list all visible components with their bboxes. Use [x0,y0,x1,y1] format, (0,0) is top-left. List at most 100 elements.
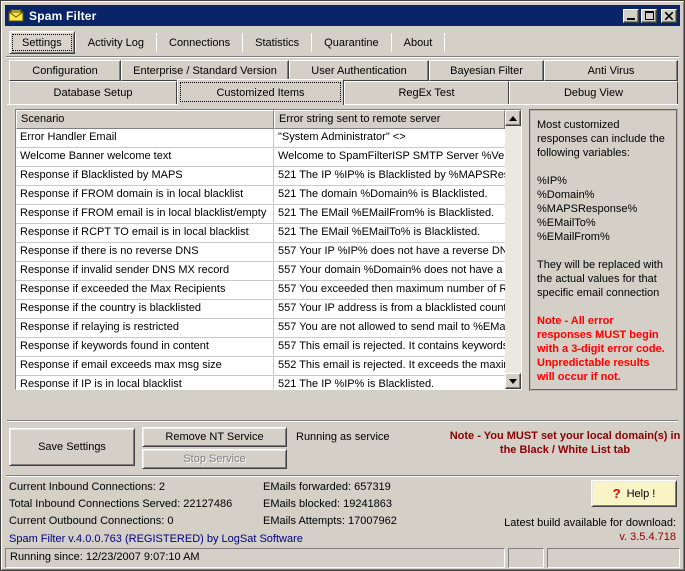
divider [6,56,679,58]
variables-info-panel: Most customized responses can include th… [529,109,678,391]
stat-line: EMails forwarded: 657319 [263,481,391,493]
service-status-text: Running as service [296,431,390,443]
variable-item: %EMailFrom% [537,230,670,244]
variable-item: %Domain% [537,188,670,202]
status-bar: Running since: 12/23/2007 9:07:10 AM [5,548,680,568]
scenario-cell: Response if RCPT TO email is in local bl… [16,224,274,242]
close-icon [665,12,673,20]
response-cell: 521 The IP %IP% is Blacklisted. [274,376,505,390]
table-row[interactable]: Error Handler Email"System Administrator… [16,129,505,148]
tab-about[interactable]: About [392,31,445,54]
response-cell: "System Administrator" <> [274,129,505,147]
tab-user-authentication[interactable]: User Authentication [289,60,429,81]
save-settings-button[interactable]: Save Settings [9,428,135,466]
table-row[interactable]: Response if relaying is restricted557 Yo… [16,319,505,338]
table-row[interactable]: Response if keywords found in content557… [16,338,505,357]
maximize-button[interactable] [641,9,657,23]
minimize-button[interactable] [623,9,639,23]
response-cell: 552 This email is rejected. It exceeds t… [274,357,505,375]
minimize-icon [627,18,635,20]
stat-line: EMails Attempts: 17007962 [263,515,397,527]
scenario-cell: Response if there is no reverse DNS [16,243,274,261]
variables-list: %IP%%Domain%%MAPSResponse%%EMailTo%%EMai… [537,174,670,244]
scenario-cell: Welcome Banner welcome text [16,148,274,166]
response-cell: 557 You are not allowed to send mail to … [274,319,505,337]
vertical-scrollbar[interactable] [505,110,521,389]
app-version-link[interactable]: Spam Filter v.4.0.0.763 (REGISTERED) by … [9,533,303,545]
table-row[interactable]: Response if email exceeds max msg size55… [16,357,505,376]
latest-build-label: Latest build available for download: [504,517,676,529]
response-cell: 557 Your IP %IP% does not have a reverse… [274,243,505,261]
scenario-cell: Response if invalid sender DNS MX record [16,262,274,280]
scenario-cell: Response if relaying is restricted [16,319,274,337]
response-cell: 557 This email is rejected. It contains … [274,338,505,356]
stat-line: EMails blocked: 19241863 [263,498,392,510]
remove-nt-service-button[interactable]: Remove NT Service [142,427,287,447]
table-row[interactable]: Response if IP is in local blacklist521 … [16,376,505,390]
scenario-cell: Error Handler Email [16,129,274,147]
table-body: Error Handler Email"System Administrator… [16,129,505,390]
tab-anti-virus[interactable]: Anti Virus [544,60,678,81]
tab-separator [444,33,445,52]
stop-service-button[interactable]: Stop Service [142,449,287,469]
scroll-down-button[interactable] [505,373,521,389]
variable-item: %EMailTo% [537,216,670,230]
domain-note-text: Note - You MUST set your local domain(s)… [447,429,683,457]
scroll-up-button[interactable] [505,110,521,126]
tab-regex-test[interactable]: RegEx Test [344,81,509,104]
tab-configuration[interactable]: Configuration [9,60,121,81]
tab-settings[interactable]: Settings [9,31,75,54]
settings-tab-bar-bottom: Database SetupCustomized ItemsRegEx Test… [9,81,678,105]
help-question-icon: ? [613,486,621,501]
column-header-error-string[interactable]: Error string sent to remote server [274,110,505,129]
scenario-cell: Response if FROM domain is in local blac… [16,186,274,204]
tab-bayesian-filter[interactable]: Bayesian Filter [429,60,544,81]
tab-debug-view[interactable]: Debug View [509,81,678,104]
response-cell: 521 The EMail %EMailFrom% is Blacklisted… [274,205,505,223]
close-button[interactable] [661,9,677,23]
stat-line: Total Inbound Connections Served: 221274… [9,498,232,510]
table-row[interactable]: Response if FROM domain is in local blac… [16,186,505,205]
app-envelope-icon [8,9,24,23]
table-row[interactable]: Response if Blacklisted by MAPS521 The I… [16,167,505,186]
response-cell: 521 The IP %IP% is Blacklisted by %MAPSR… [274,167,505,185]
response-cell: 557 Your IP address is from a blackliste… [274,300,505,318]
tab-sheet-bottom-edge [7,420,678,422]
response-cell: 557 Your domain %Domain% does not have a… [274,262,505,280]
tab-customized-items[interactable]: Customized Items [177,79,344,105]
scenario-cell: Response if email exceeds max msg size [16,357,274,375]
customized-items-table: ScenarioError string sent to remote serv… [15,109,522,390]
tab-activity-log[interactable]: Activity Log [76,31,156,54]
scenario-cell: Response if FROM email is in local black… [16,205,274,223]
table-row[interactable]: Response if exceeded the Max Recipients5… [16,281,505,300]
divider [6,475,679,477]
table-row[interactable]: Response if FROM email is in local black… [16,205,505,224]
title-bar[interactable]: Spam Filter [5,5,680,26]
main-tab-bar: SettingsActivity LogConnectionsStatistic… [9,31,445,54]
help-label: Help ! [627,488,656,500]
table-row[interactable]: Response if there is no reverse DNS557 Y… [16,243,505,262]
info-intro: Most customized responses can include th… [537,118,670,160]
table-row[interactable]: Response if invalid sender DNS MX record… [16,262,505,281]
window: Spam Filter SettingsActivity LogConnecti… [0,0,685,571]
table-row[interactable]: Response if the country is blacklisted55… [16,300,505,319]
table-row[interactable]: Welcome Banner welcome textWelcome to Sp… [16,148,505,167]
response-cell: Welcome to SpamFilterISP SMTP Server %Ve… [274,148,505,166]
scenario-cell: Response if Blacklisted by MAPS [16,167,274,185]
stat-line: Current Inbound Connections: 2 [9,481,165,493]
table-header: ScenarioError string sent to remote serv… [16,110,505,129]
settings-tab-bar-top: ConfigurationEnterprise / Standard Versi… [9,60,678,81]
info-replacement-note: They will be replaced with the actual va… [537,258,670,300]
column-header-scenario[interactable]: Scenario [16,110,274,129]
status-panel-2 [508,548,544,568]
tab-statistics[interactable]: Statistics [243,31,311,54]
tab-enterprise-standard-version[interactable]: Enterprise / Standard Version [121,60,289,81]
error-code-warning: Note - All error responses MUST begin wi… [537,314,670,384]
tab-quarantine[interactable]: Quarantine [312,31,390,54]
table-row[interactable]: Response if RCPT TO email is in local bl… [16,224,505,243]
tab-connections[interactable]: Connections [157,31,242,54]
help-button[interactable]: ? Help ! [591,480,677,507]
stat-line: Current Outbound Connections: 0 [9,515,174,527]
tab-database-setup[interactable]: Database Setup [9,81,177,104]
maximize-icon [645,11,654,20]
